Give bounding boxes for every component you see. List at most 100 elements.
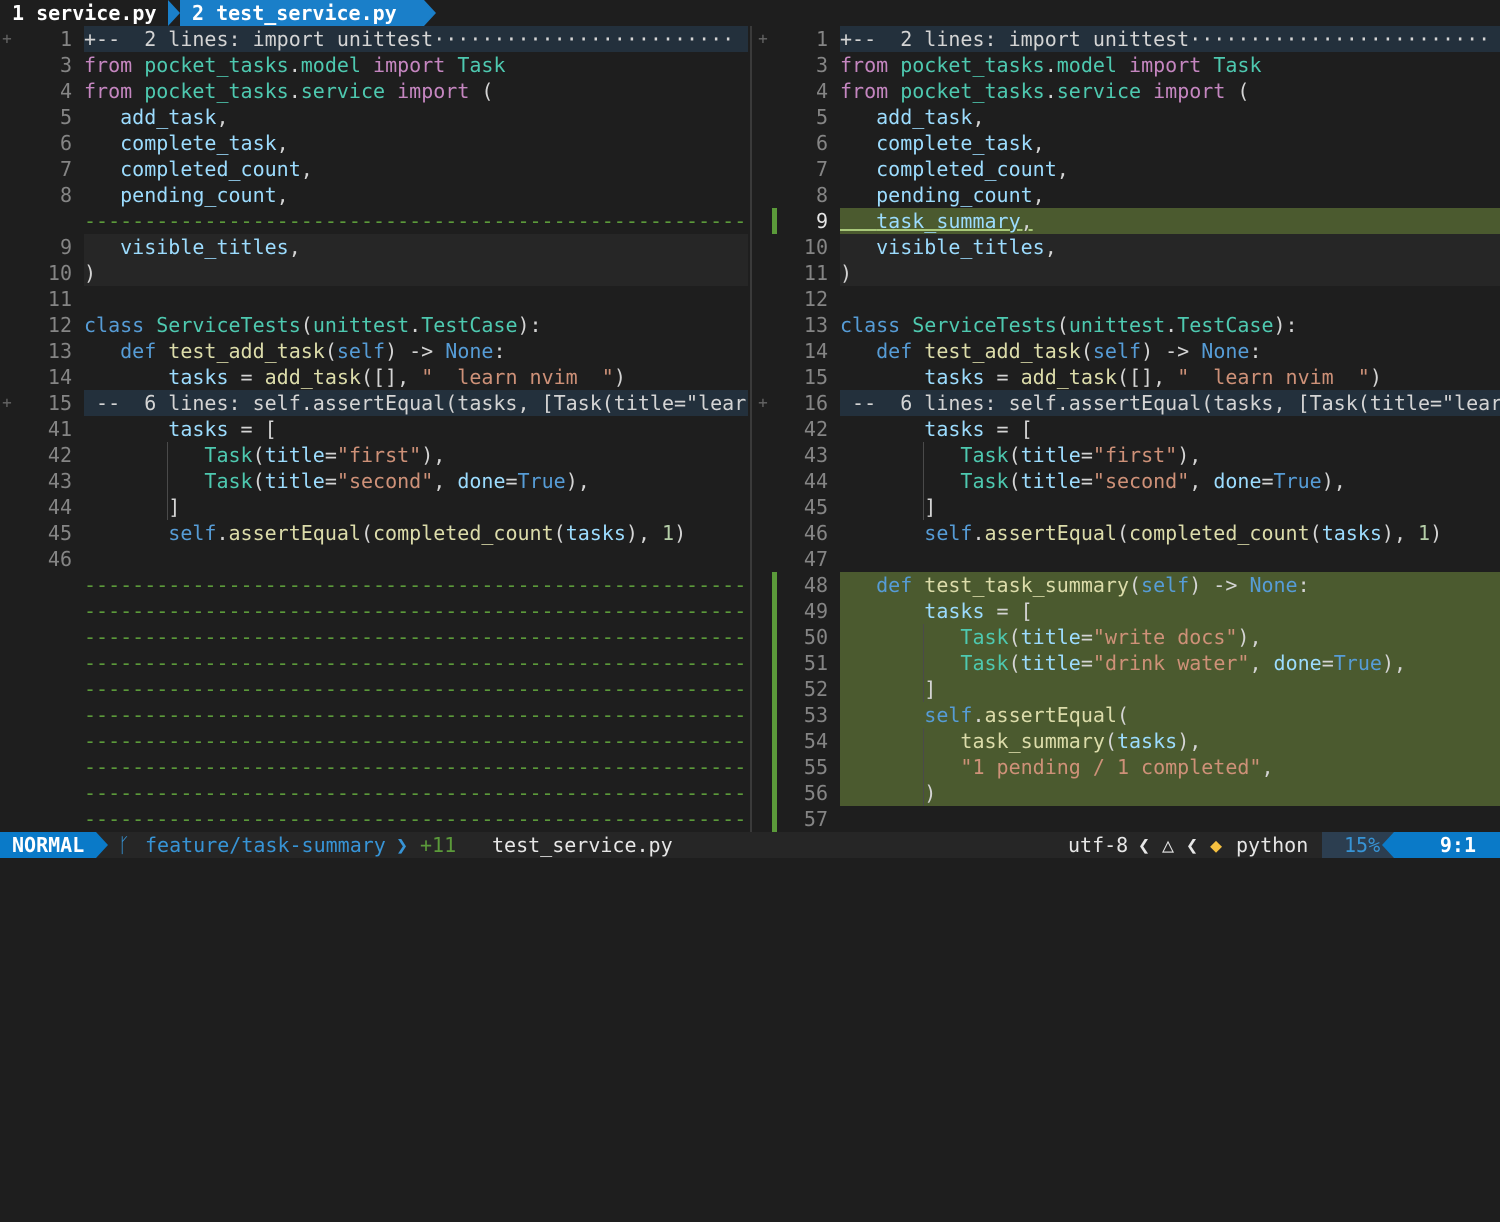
code-line[interactable]: 43 Task(title="first"),	[756, 442, 1500, 468]
line-number: 57	[803, 807, 828, 831]
code-line[interactable]: 48 def test_task_summary(self) -> None:	[756, 572, 1500, 598]
code-line[interactable]: 8 pending_count,	[0, 182, 748, 208]
code-line[interactable]: 4 from pocket_tasks.service import (	[0, 78, 748, 104]
line-text: class ServiceTests(unittest.TestCase):	[84, 313, 542, 337]
code-line[interactable]: 10 visible_titles,	[756, 234, 1500, 260]
code-line[interactable]: 46 self.assertEqual(completed_count(task…	[756, 520, 1500, 546]
line-number: 13	[803, 313, 828, 337]
line-text: pending_count,	[840, 182, 1500, 208]
code-line[interactable]: 15 tasks = add_task([], " learn nvim ")	[756, 364, 1500, 390]
line-text: self.assertEqual(completed_count(tasks),…	[84, 520, 748, 546]
line-text: ----------------------------------------…	[84, 651, 747, 675]
code-line[interactable]: 14 tasks = add_task([], " learn nvim ")	[0, 364, 748, 390]
line-text: ----------------------------------------…	[84, 807, 747, 831]
diff-filler-line[interactable]: ----------------------------------------…	[0, 650, 748, 676]
tab-service-py[interactable]: 1 service.py	[0, 0, 170, 26]
code-line[interactable]: 10)	[0, 260, 748, 286]
right-editor-pane[interactable]: +1 +-- 2 lines: import unittest··········…	[756, 26, 1500, 832]
code-line[interactable]: 42 Task(title="first"),	[0, 442, 748, 468]
diff-filler-line[interactable]: ----------------------------------------…	[0, 702, 748, 728]
code-line[interactable]: 54 task_summary(tasks),	[756, 728, 1500, 754]
line-number: 51	[803, 651, 828, 675]
code-line[interactable]: 56 )	[756, 780, 1500, 806]
code-line[interactable]: 3 from pocket_tasks.model import Task	[756, 52, 1500, 78]
code-line[interactable]: 47	[756, 546, 1500, 572]
line-text: Task(title="first"),	[84, 442, 748, 468]
code-line[interactable]: 11)	[756, 260, 1500, 286]
code-line[interactable]: 49 tasks = [	[756, 598, 1500, 624]
fold-line[interactable]: +15 -- 6 lines: self.assertEqual(tasks, …	[0, 390, 748, 416]
code-line[interactable]: 6 complete_task,	[756, 130, 1500, 156]
line-text: Task(title="write docs"),	[840, 624, 1500, 650]
code-line[interactable]: 57	[756, 806, 1500, 832]
code-line[interactable]: 45 self.assertEqual(completed_count(task…	[0, 520, 748, 546]
line-text: complete_task,	[84, 130, 748, 156]
code-line[interactable]: 44 ]	[0, 494, 748, 520]
diff-filler-line[interactable]: ----------------------------------------…	[0, 728, 748, 754]
diff-filler-line[interactable]: ----------------------------------------…	[0, 780, 748, 806]
code-line[interactable]: 41 tasks = [	[0, 416, 748, 442]
line-number: 7	[815, 157, 828, 181]
line-number: 42	[47, 443, 72, 467]
code-line[interactable]: 46	[0, 546, 748, 572]
code-line[interactable]: 52 ]	[756, 676, 1500, 702]
line-number: 4	[59, 79, 72, 103]
code-line[interactable]: 14 def test_add_task(self) -> None:	[756, 338, 1500, 364]
line-text: completed_count,	[84, 156, 748, 182]
code-line[interactable]: 42 tasks = [	[756, 416, 1500, 442]
code-line[interactable]: 11	[0, 286, 748, 312]
line-number: 6	[59, 131, 72, 155]
line-text: -- 6 lines: self.assertEqual(tasks, [Tas…	[840, 390, 1500, 416]
line-number: 4	[815, 79, 828, 103]
line-number: 41	[47, 417, 72, 441]
diff-filler-line[interactable]: ----------------------------------------…	[0, 754, 748, 780]
diff-filler-line[interactable]: ----------------------------------------…	[0, 572, 748, 598]
diff-filler-line[interactable]: ----------------------------------------…	[0, 208, 748, 234]
code-line[interactable]: 5 add_task,	[756, 104, 1500, 130]
fold-line[interactable]: +1 +-- 2 lines: import unittest··········…	[756, 26, 1500, 52]
line-number: 9	[815, 209, 828, 233]
file-encoding: utf-8	[1068, 833, 1129, 857]
line-number: 5	[815, 105, 828, 129]
code-line[interactable]: 3 from pocket_tasks.model import Task	[0, 52, 748, 78]
line-text: ----------------------------------------…	[84, 703, 747, 727]
code-line[interactable]: 7 completed_count,	[756, 156, 1500, 182]
line-text: complete_task,	[840, 130, 1500, 156]
line-number: 48	[803, 573, 828, 597]
code-line[interactable]: 44 Task(title="second", done=True),	[756, 468, 1500, 494]
code-line[interactable]: 53 self.assertEqual(	[756, 702, 1500, 728]
code-line[interactable]: 12 class ServiceTests(unittest.TestCase):	[0, 312, 748, 338]
code-line[interactable]: 45 ]	[756, 494, 1500, 520]
code-line[interactable]: 7 completed_count,	[0, 156, 748, 182]
code-line[interactable]: 51 Task(title="drink water", done=True),	[756, 650, 1500, 676]
file-name: test_service.py	[492, 833, 673, 857]
code-line[interactable]: 50 Task(title="write docs"),	[756, 624, 1500, 650]
code-line[interactable]: 8 pending_count,	[756, 182, 1500, 208]
code-line[interactable]: 43 Task(title="second", done=True),	[0, 468, 748, 494]
diff-filler-line[interactable]: ----------------------------------------…	[0, 806, 748, 832]
fold-line[interactable]: +1 +-- 2 lines: import unittest··········…	[0, 26, 748, 52]
code-line[interactable]: 9 task_summary,	[756, 208, 1500, 234]
code-line[interactable]: 9 visible_titles,	[0, 234, 748, 260]
code-line[interactable]: 13 class ServiceTests(unittest.TestCase):	[756, 312, 1500, 338]
tab-test-service-py[interactable]: 2 test_service.py	[168, 0, 436, 26]
command-line[interactable]	[0, 858, 1500, 885]
window-separator[interactable]	[748, 26, 756, 832]
git-branch[interactable]: feature/task-summary	[145, 832, 386, 858]
diff-filler-line[interactable]: ----------------------------------------…	[0, 676, 748, 702]
line-text: ----------------------------------------…	[84, 625, 747, 649]
code-line[interactable]: 55 "1 pending / 1 completed",	[756, 754, 1500, 780]
chevron-right-icon: ❯	[396, 833, 409, 857]
code-line[interactable]: 12	[756, 286, 1500, 312]
code-line[interactable]: 5 add_task,	[0, 104, 748, 130]
code-line[interactable]: 6 complete_task,	[0, 130, 748, 156]
line-number: 14	[47, 365, 72, 389]
line-number: 3	[815, 53, 828, 77]
chevron-left-icon: ❮	[1186, 833, 1199, 857]
code-line[interactable]: 13 def test_add_task(self) -> None:	[0, 338, 748, 364]
fold-line[interactable]: +16 -- 6 lines: self.assertEqual(tasks, …	[756, 390, 1500, 416]
diff-filler-line[interactable]: ----------------------------------------…	[0, 598, 748, 624]
code-line[interactable]: 4 from pocket_tasks.service import (	[756, 78, 1500, 104]
left-editor-pane[interactable]: +1 +-- 2 lines: import unittest··········…	[0, 26, 748, 832]
diff-filler-line[interactable]: ----------------------------------------…	[0, 624, 748, 650]
